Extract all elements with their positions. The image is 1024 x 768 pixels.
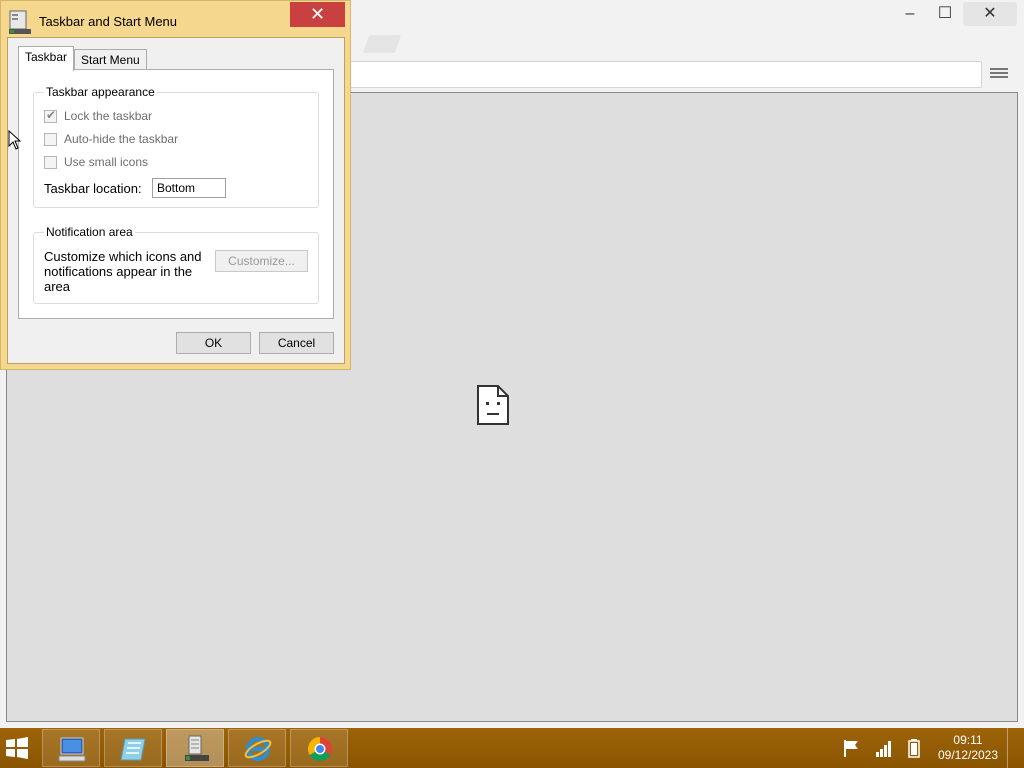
system-clock[interactable]: 09:11 09/12/2023 — [932, 733, 1004, 763]
dialog-close-button[interactable]: ✕ — [290, 2, 345, 27]
taskbar-appearance-group: Taskbar appearance ✔ Lock the taskbar Au… — [33, 85, 319, 208]
network-icon[interactable] — [874, 738, 894, 758]
clock-date: 09/12/2023 — [937, 748, 999, 762]
tab-taskbar[interactable]: Taskbar — [18, 46, 74, 71]
minimize-button[interactable]: – — [893, 2, 927, 26]
ok-button[interactable]: OK — [176, 332, 251, 354]
flag-icon[interactable] — [842, 738, 862, 758]
notification-area-group: Notification area Customize which icons … — [33, 225, 319, 304]
taskbar-tab-panel: Taskbar appearance ✔ Lock the taskbar Au… — [18, 69, 334, 319]
taskbar-item-internet-explorer[interactable] — [228, 729, 286, 767]
small-icons-label: Use small icons — [64, 155, 149, 169]
auto-hide-option[interactable]: Auto-hide the taskbar — [44, 131, 178, 147]
notification-area-legend: Notification area — [44, 225, 135, 239]
maximize-button[interactable]: ☐ — [928, 2, 962, 26]
dialog-title: Taskbar and Start Menu — [39, 14, 178, 29]
taskbar-item-server-manager[interactable] — [166, 729, 224, 767]
close-window-button[interactable]: ✕ — [963, 2, 1017, 26]
notepad-icon — [120, 738, 146, 761]
customize-button[interactable]: Customize... — [215, 250, 308, 272]
lock-taskbar-option[interactable]: ✔ Lock the taskbar — [44, 108, 152, 124]
taskbar-item-notepad[interactable] — [104, 729, 162, 767]
battery-icon[interactable] — [906, 738, 922, 758]
tab-start-menu[interactable]: Start Menu — [74, 49, 147, 71]
taskbar-location-label: Taskbar location: — [44, 181, 142, 196]
lock-taskbar-checkbox[interactable]: ✔ — [44, 107, 57, 123]
checkmark-icon: ✔ — [46, 107, 57, 122]
lock-taskbar-label: Lock the taskbar — [64, 109, 153, 123]
taskbar-properties-dialog: Taskbar and Start Menu ✕ Taskbar Start M… — [0, 0, 351, 370]
taskbar-location-select[interactable]: Bottom — [152, 178, 226, 198]
start-button[interactable] — [4, 736, 30, 760]
mouse-cursor-icon — [8, 130, 22, 150]
new-tab-button[interactable] — [362, 35, 402, 53]
show-desktop-button[interactable] — [1007, 728, 1008, 768]
small-icons-checkbox[interactable] — [44, 155, 57, 169]
taskbar-properties-icon — [9, 10, 31, 34]
notification-description: Customize which icons and notifications … — [44, 249, 202, 294]
auto-hide-checkbox[interactable] — [44, 132, 57, 146]
chrome-icon — [307, 737, 332, 762]
taskbar-item-chrome[interactable] — [290, 729, 348, 767]
computer-icon — [58, 737, 86, 762]
dialog-body: Taskbar Start Menu Taskbar appearance ✔ … — [7, 37, 345, 364]
menu-icon[interactable] — [990, 66, 1008, 84]
server-manager-icon — [185, 735, 209, 761]
clock-time: 09:11 — [953, 733, 983, 747]
internet-explorer-icon — [244, 737, 272, 761]
address-bar[interactable] — [350, 61, 982, 88]
taskbar-item-computer[interactable] — [42, 729, 100, 767]
auto-hide-label: Auto-hide the taskbar — [64, 132, 179, 146]
taskbar: 09:11 09/12/2023 — [0, 728, 1024, 768]
small-icons-option[interactable]: Use small icons — [44, 154, 148, 170]
taskbar-appearance-legend: Taskbar appearance — [44, 85, 157, 99]
sad-file-icon — [477, 385, 509, 425]
cancel-button[interactable]: Cancel — [259, 332, 334, 354]
